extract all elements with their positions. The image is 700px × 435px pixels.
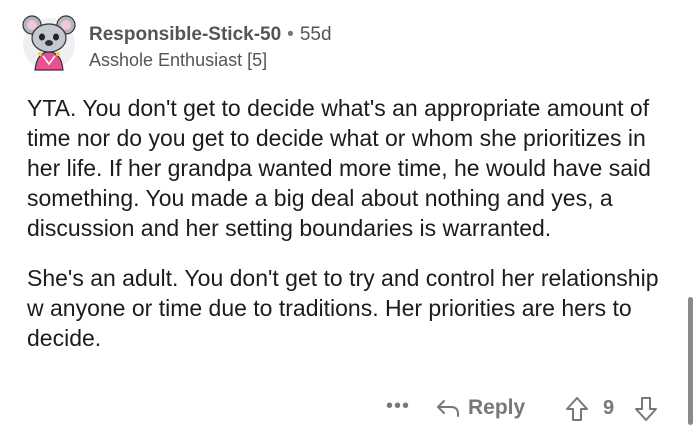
reply-label: Reply [468,396,526,419]
user-avatar[interactable] [20,10,78,74]
downvote-icon [635,397,657,421]
reply-arrow-icon [437,400,459,417]
comment-actions: ••• Reply 9 [0,393,700,425]
vote-score: 9 [603,397,615,419]
koala-avatar-icon [22,15,76,71]
scrollbar-thumb[interactable] [688,297,693,425]
comment-body: YTA. You don't get to decide what's an a… [27,93,677,373]
downvote-button[interactable] [634,396,658,427]
upvote-icon [566,397,588,421]
user-flair: Asshole Enthusiast [5] [89,50,268,70]
upvote-button[interactable] [565,396,589,427]
more-options-button[interactable]: ••• [386,395,410,418]
comment-paragraph-1: YTA. You don't get to decide what's an a… [27,95,651,241]
username-link[interactable]: Responsible-Stick-50 [89,24,281,45]
username-line: Responsible-Stick-50 • 55d [89,24,332,46]
reply-button[interactable]: Reply [436,394,525,422]
comment-card: Responsible-Stick-50 • 55d Asshole Enthusi… [0,0,700,435]
comment-paragraph-2: She's an adult. You don't get to try and… [27,265,659,351]
comment-header: Responsible-Stick-50 • 55d Asshole Enthusi… [89,24,332,71]
separator-dot: • [287,24,294,45]
comment-age: 55d [299,24,332,45]
